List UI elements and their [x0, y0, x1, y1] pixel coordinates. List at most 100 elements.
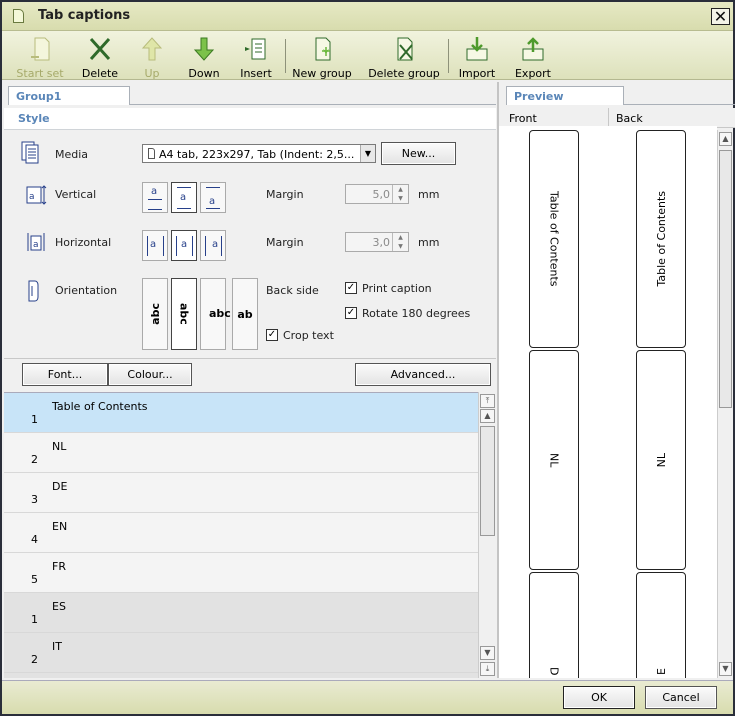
insert-button[interactable]: Insert — [238, 35, 274, 80]
row-caption-text[interactable]: FR — [52, 560, 66, 573]
preview-back-text: NL — [654, 452, 668, 468]
media-icon — [21, 141, 39, 164]
down-button[interactable]: Down — [186, 35, 222, 80]
row-caption-text[interactable]: Table of Contents — [52, 400, 148, 413]
preview-front-text: D — [547, 666, 561, 675]
export-button[interactable]: Export — [513, 35, 553, 80]
preview-scrollbar[interactable]: ▲ ▼ — [717, 130, 733, 678]
style-properties: Media A4 tab, 223x297, Tab (Indent: 2,5.… — [4, 130, 496, 360]
new-group-button[interactable]: New group — [292, 35, 352, 80]
divider — [4, 358, 496, 359]
scroll-bottom-icon[interactable]: ⤓ — [480, 662, 495, 676]
insert-icon — [245, 38, 266, 60]
rotate-180-checkbox[interactable]: ✓ — [345, 307, 357, 319]
svg-text:a: a — [33, 240, 39, 250]
media-select[interactable]: A4 tab, 223x297, Tab (Indent: 2,5... ▼ — [142, 144, 376, 163]
font-button[interactable]: Font... — [22, 363, 108, 386]
delete-button[interactable]: Delete — [80, 35, 120, 80]
caption-editor-panel: Group1 Style Media A4 tab, 223x297, Tab … — [4, 82, 496, 678]
up-label: Up — [144, 67, 160, 80]
crop-text-checkbox[interactable]: ✓ — [266, 329, 278, 341]
scroll-top-icon[interactable]: ⤒ — [480, 394, 495, 408]
horizontal-left-button[interactable]: a — [142, 230, 168, 261]
scroll-down-icon[interactable]: ▼ — [480, 646, 495, 660]
scroll-thumb[interactable] — [719, 150, 732, 408]
horizontal-center-button[interactable]: a — [171, 230, 197, 261]
orientation-down-button[interactable]: abc — [171, 278, 197, 350]
preview-header: Front Back — [499, 108, 735, 128]
start-set-icon — [31, 37, 50, 61]
vertical-unit-label: mm — [418, 188, 440, 201]
caption-list-scrollbar[interactable]: ⤒ ▲ ▼ ⤓ — [478, 392, 496, 678]
row-number: 5 — [31, 573, 38, 586]
orientation-icon — [28, 280, 39, 302]
preview-panel: Preview Front Back Table of Contents NL … — [499, 82, 735, 678]
row-caption-text[interactable]: DE — [52, 480, 67, 493]
caption-row[interactable]: 1 Table of Contents — [4, 393, 478, 433]
row-caption-text[interactable]: NL — [52, 440, 66, 453]
toolbar-separator — [448, 39, 449, 73]
start-set-button[interactable]: Start set — [15, 35, 65, 80]
caption-row[interactable]: TACY Service Centres — [4, 673, 478, 678]
horizontal-right-button[interactable]: a — [200, 230, 226, 261]
orientation-horizontal-button[interactable]: ab — [232, 278, 258, 350]
caption-row[interactable]: 1 ES — [4, 593, 478, 633]
preview-front-tab: D — [529, 572, 579, 678]
ok-button[interactable]: OK — [563, 686, 635, 709]
scroll-up-icon[interactable]: ▲ — [480, 409, 495, 423]
orientation-stacked-button[interactable]: abc — [200, 278, 231, 350]
vertical-bottom-button[interactable]: a — [200, 182, 226, 213]
tab-preview[interactable]: Preview — [506, 86, 624, 105]
vertical-margin-spinner[interactable]: 5,0 ▲ ▼ — [345, 184, 409, 204]
vertical-margin-label: Margin — [266, 188, 304, 201]
up-button[interactable]: Up — [137, 35, 167, 80]
back-label: Back — [616, 112, 643, 125]
new-media-button[interactable]: New... — [381, 142, 456, 165]
scroll-down-icon[interactable]: ▼ — [719, 662, 732, 676]
orientation-up-button[interactable]: abc — [142, 278, 168, 350]
caption-row[interactable]: 2 NL — [4, 433, 478, 473]
start-set-label: Start set — [16, 67, 64, 80]
crop-text-label: Crop text — [283, 329, 334, 342]
vertical-middle-button[interactable]: a — [171, 182, 197, 213]
caption-row[interactable]: 3 DE — [4, 473, 478, 513]
caption-row[interactable]: 2 IT — [4, 633, 478, 673]
row-caption-text[interactable]: ES — [52, 600, 66, 613]
scroll-thumb[interactable] — [480, 426, 495, 536]
export-label: Export — [514, 67, 551, 80]
orientation-sample: abc — [148, 303, 162, 325]
cancel-button[interactable]: Cancel — [645, 686, 717, 709]
colour-button[interactable]: Colour... — [108, 363, 192, 386]
row-caption-text[interactable]: EN — [52, 520, 67, 533]
preview-back-tab: E — [636, 572, 686, 678]
front-label: Front — [509, 112, 537, 125]
spinner-arrows[interactable]: ▲ ▼ — [392, 185, 408, 203]
rotate-180-label: Rotate 180 degrees — [362, 307, 471, 320]
print-caption-checkbox[interactable]: ✓ — [345, 282, 357, 294]
orientation-sample: abc — [177, 303, 191, 325]
chevron-down-icon[interactable]: ▼ — [360, 145, 375, 162]
horizontal-margin-label: Margin — [266, 236, 304, 249]
advanced-button[interactable]: Advanced... — [355, 363, 491, 386]
new-group-icon — [315, 37, 331, 61]
import-button[interactable]: Import — [457, 35, 497, 80]
orientation-sample: ab — [237, 307, 253, 321]
spinner-arrows[interactable]: ▲ ▼ — [392, 233, 408, 251]
preview-front-text: Table of Contents — [547, 191, 561, 287]
caption-row[interactable]: 4 EN — [4, 513, 478, 553]
tab-group1[interactable]: Group1 — [8, 86, 130, 105]
row-caption-text[interactable]: IT — [52, 640, 62, 653]
scroll-up-icon[interactable]: ▲ — [719, 132, 732, 146]
export-icon — [522, 37, 544, 61]
delete-group-button[interactable]: Delete group — [368, 35, 440, 80]
media-select-value: A4 tab, 223x297, Tab (Indent: 2,5... — [159, 148, 355, 161]
preview-front-tab: Table of Contents — [529, 130, 579, 348]
horizontal-align-icon: a — [27, 233, 45, 251]
vertical-top-button[interactable]: a — [142, 182, 168, 213]
horizontal-margin-spinner[interactable]: 3,0 ▲ ▼ — [345, 232, 409, 252]
delete-group-label: Delete group — [368, 67, 440, 80]
close-button[interactable]: ✕ — [711, 8, 730, 25]
caption-list[interactable]: 1 Table of Contents 2 NL 3 DE 4 EN 5 FR 1 ES 2 IT TACY… — [4, 392, 478, 678]
caption-row[interactable]: 5 FR — [4, 553, 478, 593]
preview-front-text: NL — [547, 452, 561, 468]
